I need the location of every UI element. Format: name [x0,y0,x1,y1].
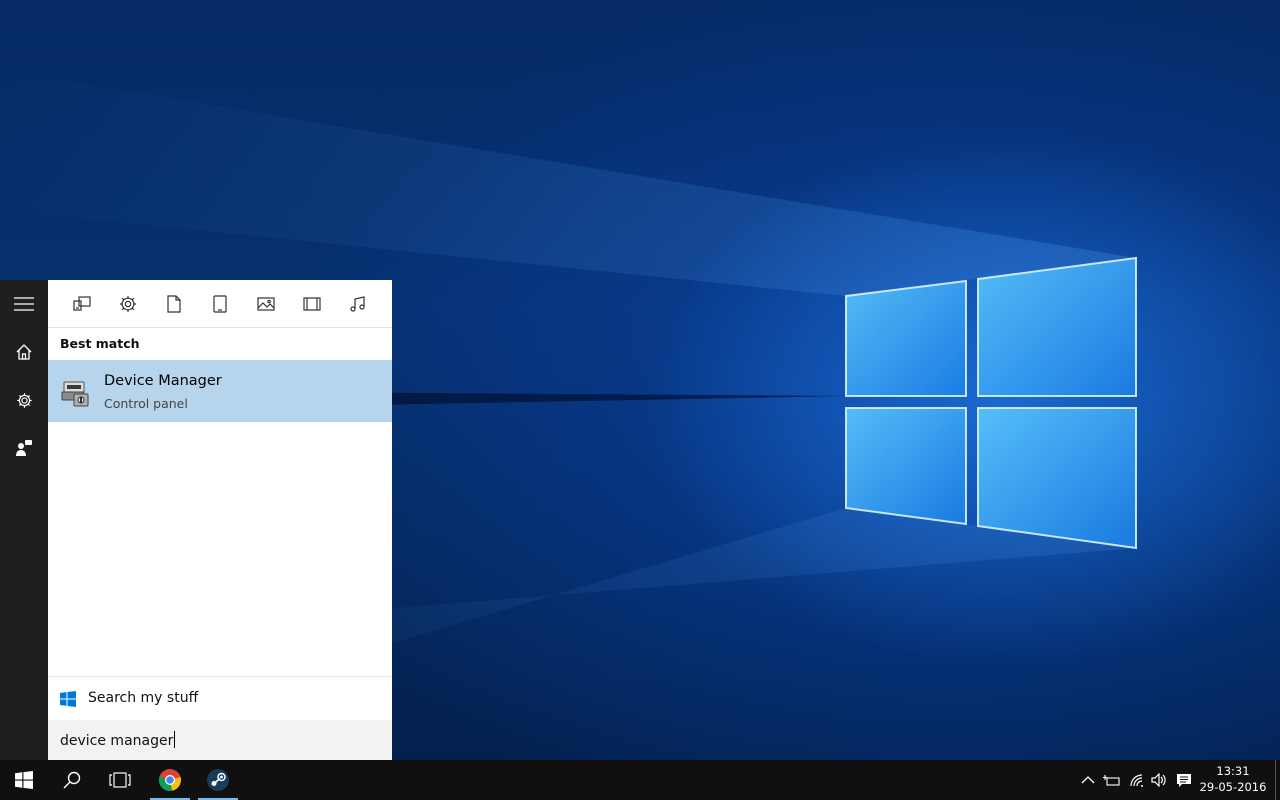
music-icon[interactable] [346,292,370,316]
search-query-text: device manager [60,733,174,749]
home-icon[interactable] [0,328,48,376]
result-title: Device Manager [104,373,222,389]
videos-icon[interactable] [300,292,324,316]
tablet-icon[interactable] [208,292,232,316]
settings-icon[interactable] [116,292,140,316]
search-my-stuff-label: Search my stuff [88,690,199,706]
best-match-result[interactable]: Device Manager Control panel [48,360,392,422]
text-caret [174,731,176,748]
taskbar: 13:31 29-05-2016 [0,760,1280,800]
documents-icon[interactable] [162,292,186,316]
feedback-icon[interactable] [0,424,48,472]
apps-icon[interactable] [70,292,94,316]
battery-icon[interactable] [1103,771,1121,789]
search-button[interactable] [48,760,96,800]
settings-icon[interactable] [0,376,48,424]
windows-logo-icon [15,771,33,789]
steam-app[interactable] [196,760,240,800]
task-view-button[interactable] [96,760,144,800]
windows-logo-icon [60,691,76,707]
search-panel: Best match Device Manager Control panel … [48,280,392,760]
volume-icon[interactable] [1150,771,1168,789]
chrome-app[interactable] [148,760,192,800]
clock-date: 29-05-2016 [1199,780,1267,794]
steam-icon [207,769,229,791]
photos-icon[interactable] [254,292,278,316]
clock-time: 13:31 [1216,764,1250,778]
result-subtitle: Control panel [104,396,188,411]
device-manager-icon [60,376,92,408]
taskbar-clock[interactable]: 13:31 29-05-2016 [1196,763,1270,795]
show-desktop-button[interactable] [1275,760,1280,800]
start-button[interactable] [0,760,48,800]
task-view-icon [109,772,131,788]
start-menu-rail [0,280,48,760]
search-icon [63,771,81,789]
action-center-icon[interactable] [1175,771,1193,789]
search-box[interactable]: device manager [48,720,392,760]
hamburger-menu-icon[interactable] [0,280,48,328]
chrome-icon [158,769,181,791]
search-my-stuff-button[interactable]: Search my stuff [48,676,392,720]
search-input[interactable]: device manager [60,731,176,749]
search-filter-bar [48,280,392,328]
show-hidden-icons-chevron-up-icon[interactable] [1079,771,1097,789]
wifi-icon[interactable] [1128,771,1146,789]
best-match-heading: Best match [60,336,140,351]
